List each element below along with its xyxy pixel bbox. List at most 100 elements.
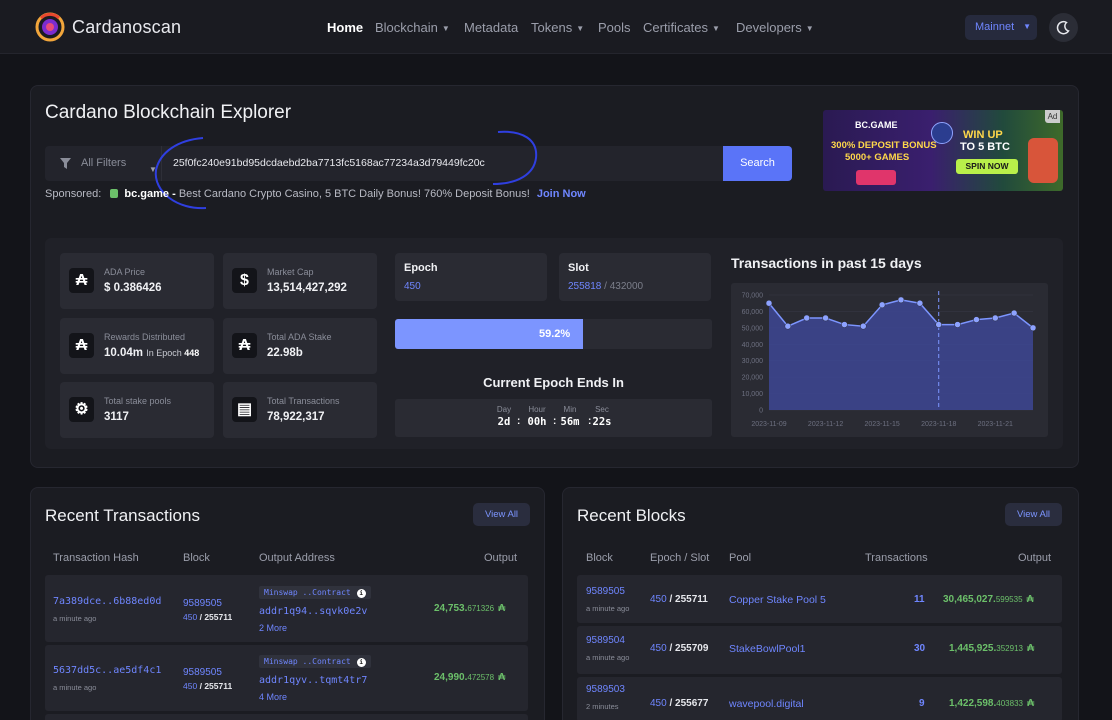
data-point (1029, 324, 1037, 332)
slot-title: Slot (568, 262, 589, 274)
nav-pools[interactable]: Pools (598, 20, 631, 35)
data-point (973, 316, 980, 323)
nav-blockchain[interactable]: Blockchain ▼ (375, 20, 450, 35)
stat-label: ADA Price (104, 267, 146, 277)
epoch-countdown: Day 2d : Hour 00h : Min 56m : Sec 22s (395, 399, 712, 437)
x-tick-label: 2023-11-15 (864, 421, 899, 428)
sponsor-name[interactable]: bc.game - (124, 188, 175, 200)
stat-value: $ 0.386426 (104, 282, 162, 294)
tx-hash-link[interactable]: 5637dd5c..ae5df4c1 (53, 665, 161, 676)
stat-value: 22.98b (267, 347, 303, 359)
nav-home[interactable]: Home (327, 20, 363, 35)
x-tick-label: 2023-11-09 (751, 421, 786, 428)
epoch-slot: 450 / 255711 (650, 594, 708, 605)
tx-count: 30 (914, 643, 926, 654)
stat-market-cap: $ Market Cap 13,514,427,292 (223, 253, 377, 309)
ad-badge: Ad (1045, 110, 1060, 123)
stat-transactions: ▤ Total Transactions 78,922,317 (223, 382, 377, 438)
slot-number[interactable]: 255818 (568, 281, 601, 292)
ada-icon: ₳ (69, 333, 94, 358)
nav-certificates[interactable]: Certificates ▼ (643, 20, 720, 35)
countdown-hour: Hour 00h (527, 405, 547, 428)
stat-label: Total Transactions (267, 396, 340, 406)
column-header: Output (1018, 552, 1052, 564)
more-addresses-link[interactable]: 4 More (259, 692, 287, 702)
cardanoscan-logo-icon[interactable] (35, 12, 65, 42)
sponsor-label: Sponsored: (45, 188, 102, 200)
ada-icon: ₳ (1026, 594, 1034, 605)
nav-tokens[interactable]: Tokens ▼ (531, 20, 584, 35)
block-time: a minute ago (586, 653, 630, 662)
slot-box: Slot 255818 / 432000 (559, 253, 711, 301)
address-link[interactable]: addr1qyv..tqmt4tr7 (259, 675, 367, 686)
slot-value: 255711 (204, 612, 233, 622)
epoch-value[interactable]: 450 (404, 281, 421, 292)
tx-hash-link[interactable]: 7a389dce..6b88ed0d (53, 596, 161, 607)
y-tick-label: 10,000 (742, 391, 764, 398)
epoch-link[interactable]: 450 (650, 698, 667, 709)
nav-developers[interactable]: Developers ▼ (736, 20, 814, 35)
epoch-slot: 450 / 255709 (650, 643, 709, 654)
nav-metadata[interactable]: Metadata (464, 20, 518, 35)
column-header: Block (586, 552, 613, 564)
contract-tag[interactable]: Minswap ..Contract i (259, 586, 371, 599)
epoch-slot: 450 / 255711 (183, 681, 233, 691)
epoch-link[interactable]: 450 (183, 612, 197, 622)
block-link[interactable]: 9589503 (586, 684, 625, 695)
ad-spin-button[interactable]: SPIN NOW (956, 159, 1018, 174)
epoch-link[interactable]: 450 (650, 643, 667, 654)
epoch-link[interactable]: 450 (650, 594, 667, 605)
ledger-icon: ▤ (232, 397, 257, 422)
data-point (954, 321, 961, 328)
y-tick-label: 50,000 (742, 325, 764, 332)
pool-link[interactable]: Copper Stake Pool 5 (729, 594, 826, 606)
view-all-blocks-button[interactable]: View All (1005, 503, 1062, 526)
countdown-sec: Sec 22s (592, 405, 612, 428)
handdrawn-annotation (154, 130, 538, 210)
address-link[interactable]: addr1q94..sqvk0e2v (259, 606, 367, 617)
stat-rewards: ₳ Rewards Distributed 10.04m In Epoch 44… (60, 318, 214, 374)
data-point (1010, 309, 1018, 317)
tx-output: 24,753.671326 ₳ (434, 603, 506, 614)
contract-tag[interactable]: Minswap ..Contract i (259, 655, 371, 668)
stat-label: Total ADA Stake (267, 332, 332, 342)
pool-link[interactable]: StakeBowlPool1 (729, 643, 805, 655)
block-output: 30,465,027.599535 ₳ (943, 594, 1034, 605)
filter-dropdown[interactable]: All Filters ▼ (45, 146, 162, 181)
pool-link[interactable]: wavepool.digital (729, 698, 804, 710)
info-icon[interactable]: i (356, 589, 366, 598)
slot-value: 255677 (675, 698, 709, 709)
column-header: Transactions (865, 552, 928, 564)
network-select[interactable]: Mainnet ▼ (965, 15, 1037, 40)
block-time: 2 minutes (586, 702, 619, 711)
stat-stake-pools: ⚙ Total stake pools 3117 (60, 382, 214, 438)
block-link[interactable]: 9589505 (183, 667, 222, 678)
data-point (784, 322, 792, 330)
cardano-coin-icon (931, 122, 953, 144)
epoch-link[interactable]: 450 (183, 681, 197, 691)
data-point (860, 322, 867, 330)
more-addresses-link[interactable]: 2 More (259, 623, 287, 633)
stat-label: Rewards Distributed (104, 332, 186, 342)
column-header: Epoch / Slot (650, 552, 710, 564)
search-button[interactable]: Search (723, 146, 792, 181)
epoch-slot: 450 / 255711 (183, 612, 233, 622)
ad-brand: BC.GAME (855, 120, 898, 130)
info-icon[interactable]: i (356, 658, 366, 667)
column-header: Output Address (259, 552, 335, 564)
block-time: a minute ago (586, 604, 630, 613)
stat-ada-price: ₳ ADA Price $ 0.386426 (60, 253, 214, 309)
chevron-down-icon: ▼ (712, 24, 720, 33)
ad-win1: WIN UP (963, 129, 1003, 141)
stat-label: Total stake pools (104, 396, 172, 406)
theme-toggle-button[interactable] (1049, 13, 1078, 42)
block-link[interactable]: 9589504 (586, 635, 625, 646)
brand-name[interactable]: Cardanoscan (72, 17, 181, 38)
y-tick-label: 20,000 (742, 375, 764, 382)
join-now-link[interactable]: Join Now (537, 188, 586, 200)
data-point (992, 314, 999, 322)
block-link[interactable]: 9589505 (586, 586, 625, 597)
view-all-transactions-button[interactable]: View All (473, 503, 530, 526)
block-link[interactable]: 9589505 (183, 598, 222, 609)
ad-banner[interactable]: Ad BC.GAME 300% DEPOSIT BONUS 5000+ GAME… (823, 110, 1063, 191)
